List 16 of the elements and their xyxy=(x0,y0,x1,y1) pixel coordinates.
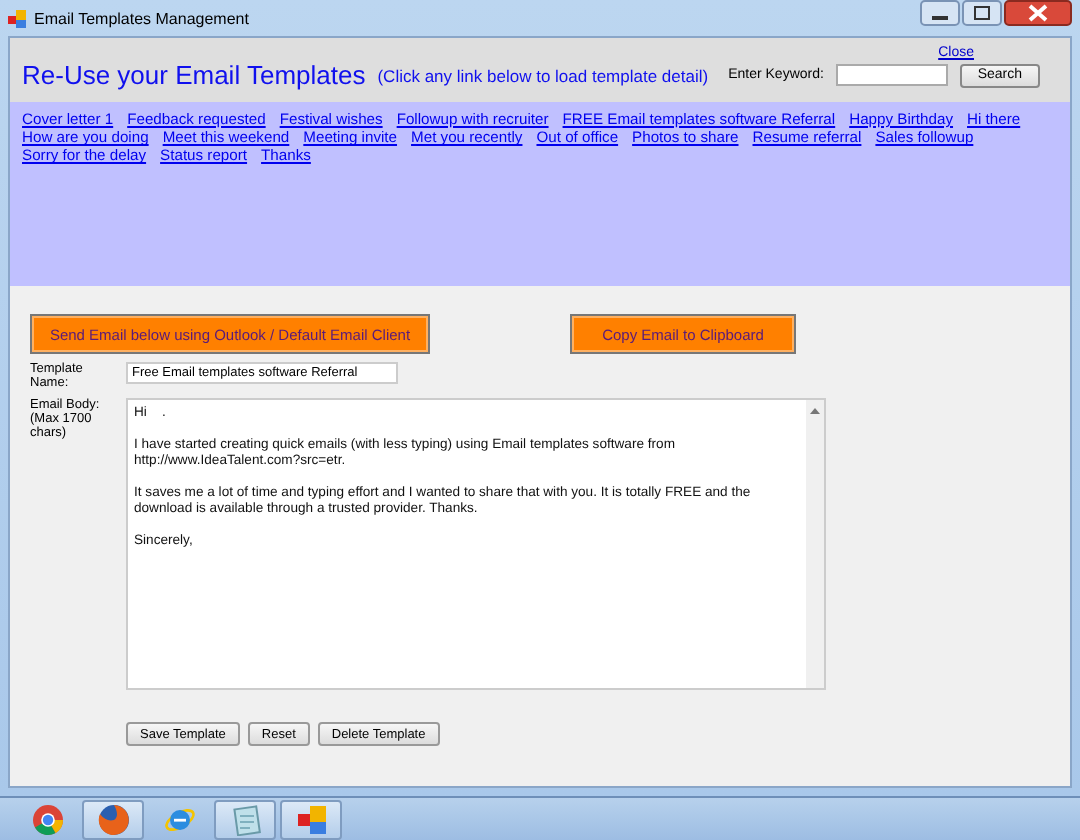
app-icon xyxy=(295,804,327,836)
taskbar-button[interactable] xyxy=(214,800,276,840)
instruction-text: (Click any link below to load template detail) xyxy=(377,65,709,85)
close-icon[interactable] xyxy=(1004,0,1072,26)
chrome-icon xyxy=(31,804,63,836)
keyword-field[interactable] xyxy=(835,64,948,86)
minimize-icon[interactable] xyxy=(920,0,960,26)
app-icon xyxy=(8,9,26,27)
notepad-icon xyxy=(229,804,261,836)
taskbar-button[interactable] xyxy=(280,800,342,840)
window-title: Email Templates Management xyxy=(34,9,249,27)
taskbar-button[interactable] xyxy=(82,800,144,840)
firefox-icon xyxy=(97,804,129,836)
maximize-icon[interactable] xyxy=(962,0,1002,26)
page-heading: Re-Use your Email Templates xyxy=(22,60,366,90)
ie-icon xyxy=(163,804,195,836)
